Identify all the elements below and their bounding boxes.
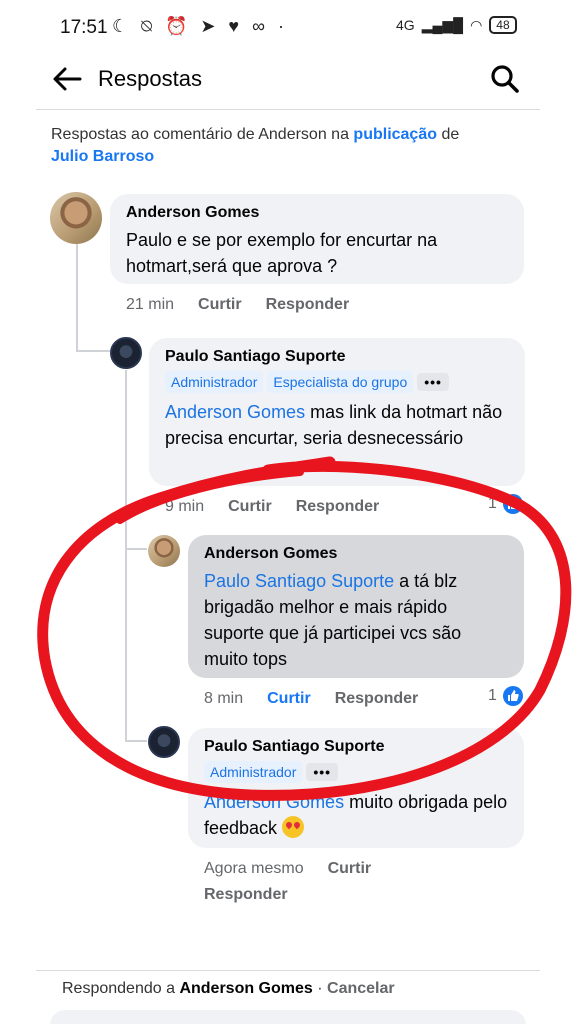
page-title: Respostas bbox=[98, 66, 202, 91]
signal-icon: ▂▄▆█ bbox=[421, 16, 464, 33]
mention-link[interactable]: Anderson Gomes bbox=[204, 792, 344, 812]
replying-name: Anderson Gomes bbox=[179, 980, 313, 997]
admin-badge: Administrador bbox=[204, 761, 303, 783]
cancel-reply-button[interactable]: Cancelar bbox=[327, 980, 395, 997]
reaction-count[interactable]: 1 bbox=[488, 686, 523, 706]
post-author-link[interactable]: Julio Barroso bbox=[51, 148, 154, 165]
comment-bubble: Paulo Santiago Suporte Administrador ••• … bbox=[188, 728, 524, 848]
avatar-anderson[interactable] bbox=[148, 535, 180, 567]
like-button[interactable]: Curtir bbox=[267, 690, 311, 708]
comment-actions: 8 min Curtir Responder bbox=[204, 690, 418, 708]
comment-actions: Agora mesmo Curtir Responder bbox=[204, 860, 434, 904]
comment-bubble: Anderson Gomes Paulo e se por exemplo fo… bbox=[110, 194, 524, 284]
thread-line bbox=[125, 548, 147, 550]
reply-button[interactable]: Responder bbox=[296, 498, 380, 516]
comment-time: Agora mesmo bbox=[204, 860, 304, 877]
thread-line bbox=[125, 740, 147, 742]
avatar-paulo[interactable] bbox=[110, 337, 142, 369]
group-expert-badge: Especialista do grupo bbox=[267, 371, 414, 393]
comment-actions: 21 min Curtir Responder bbox=[126, 296, 349, 314]
thread-line bbox=[125, 370, 127, 740]
comment-actions: 9 min Curtir Responder bbox=[165, 498, 379, 516]
more-options-button[interactable]: ••• bbox=[417, 373, 449, 391]
replying-to-bar: Respondendo a Anderson Gomes · Cancelar bbox=[62, 980, 395, 998]
comment-time: 8 min bbox=[204, 690, 244, 707]
comment-text: Anderson Gomes mas link da hotmart não p… bbox=[165, 399, 509, 451]
avatar-paulo[interactable] bbox=[148, 726, 180, 758]
reply-button[interactable]: Responder bbox=[335, 690, 419, 708]
separator: · bbox=[312, 980, 328, 997]
comment-time: 9 min bbox=[165, 498, 205, 515]
context-middle: de bbox=[437, 126, 460, 143]
like-button[interactable]: Curtir bbox=[198, 296, 242, 314]
comment-text: Paulo e se por exemplo for encurtar na h… bbox=[126, 230, 438, 276]
status-time: 17:51 bbox=[60, 17, 108, 38]
search-icon[interactable] bbox=[488, 62, 522, 96]
comment-bubble: Paulo Santiago Suporte Administrador Espe… bbox=[149, 338, 525, 486]
system-icons: 4G ▂▄▆█ ◠ 48 bbox=[396, 16, 517, 34]
reply-input[interactable] bbox=[50, 1010, 526, 1024]
heart-eyes-emoji-icon bbox=[282, 816, 305, 838]
network-type: 4G bbox=[396, 17, 415, 33]
reaction-number: 1 bbox=[488, 687, 497, 704]
comment-author[interactable]: Anderson Gomes bbox=[204, 545, 508, 563]
reaction-number: 1 bbox=[488, 495, 497, 512]
wifi-icon: ◠ bbox=[470, 16, 483, 33]
comment-text: Anderson Gomes muito obrigada pelo feedb… bbox=[204, 789, 508, 841]
like-reaction-icon bbox=[502, 494, 523, 514]
like-reaction-icon bbox=[502, 686, 523, 706]
back-arrow-icon[interactable] bbox=[50, 62, 84, 96]
comment-author[interactable]: Anderson Gomes bbox=[126, 204, 508, 222]
more-options-button[interactable]: ••• bbox=[306, 763, 339, 781]
status-bar: 17:51 ☾ ⍉ ⏰ ➤ ♥ ∞ · 4G ▂▄▆█ ◠ 48 bbox=[0, 0, 576, 56]
context-prefix: Respostas ao comentário de Anderson na bbox=[51, 126, 354, 143]
reply-button[interactable]: Responder bbox=[266, 296, 350, 314]
thread-context: Respostas ao comentário de Anderson na p… bbox=[51, 124, 531, 168]
app-header: Respostas bbox=[36, 56, 540, 110]
thread-line bbox=[76, 350, 112, 352]
badge-row: Administrador ••• bbox=[204, 761, 508, 783]
comment-author[interactable]: Paulo Santiago Suporte bbox=[204, 738, 508, 756]
reaction-count[interactable]: 1 bbox=[488, 494, 523, 514]
replying-prefix: Respondendo a bbox=[62, 980, 180, 997]
like-button[interactable]: Curtir bbox=[328, 860, 372, 878]
comment-bubble: Anderson Gomes Paulo Santiago Suporte a … bbox=[188, 535, 524, 678]
reply-button[interactable]: Responder bbox=[204, 886, 288, 904]
thread-line bbox=[76, 244, 78, 350]
battery-icon: 48 bbox=[489, 16, 517, 34]
mention-link[interactable]: Paulo Santiago Suporte bbox=[204, 571, 394, 591]
like-button[interactable]: Curtir bbox=[228, 498, 272, 516]
footer-divider bbox=[36, 970, 540, 971]
comment-author[interactable]: Paulo Santiago Suporte bbox=[165, 348, 509, 366]
comment-text: Paulo Santiago Suporte a tá blz brigadão… bbox=[204, 568, 508, 672]
avatar-anderson[interactable] bbox=[50, 192, 102, 244]
badge-row: Administrador Especialista do grupo ••• bbox=[165, 371, 509, 393]
admin-badge: Administrador bbox=[165, 371, 264, 393]
mention-link[interactable]: Anderson Gomes bbox=[165, 402, 305, 422]
notification-icons: ☾ ⍉ ⏰ ➤ ♥ ∞ · bbox=[112, 16, 288, 36]
comment-time: 21 min bbox=[126, 296, 175, 313]
post-link[interactable]: publicação bbox=[353, 126, 437, 143]
